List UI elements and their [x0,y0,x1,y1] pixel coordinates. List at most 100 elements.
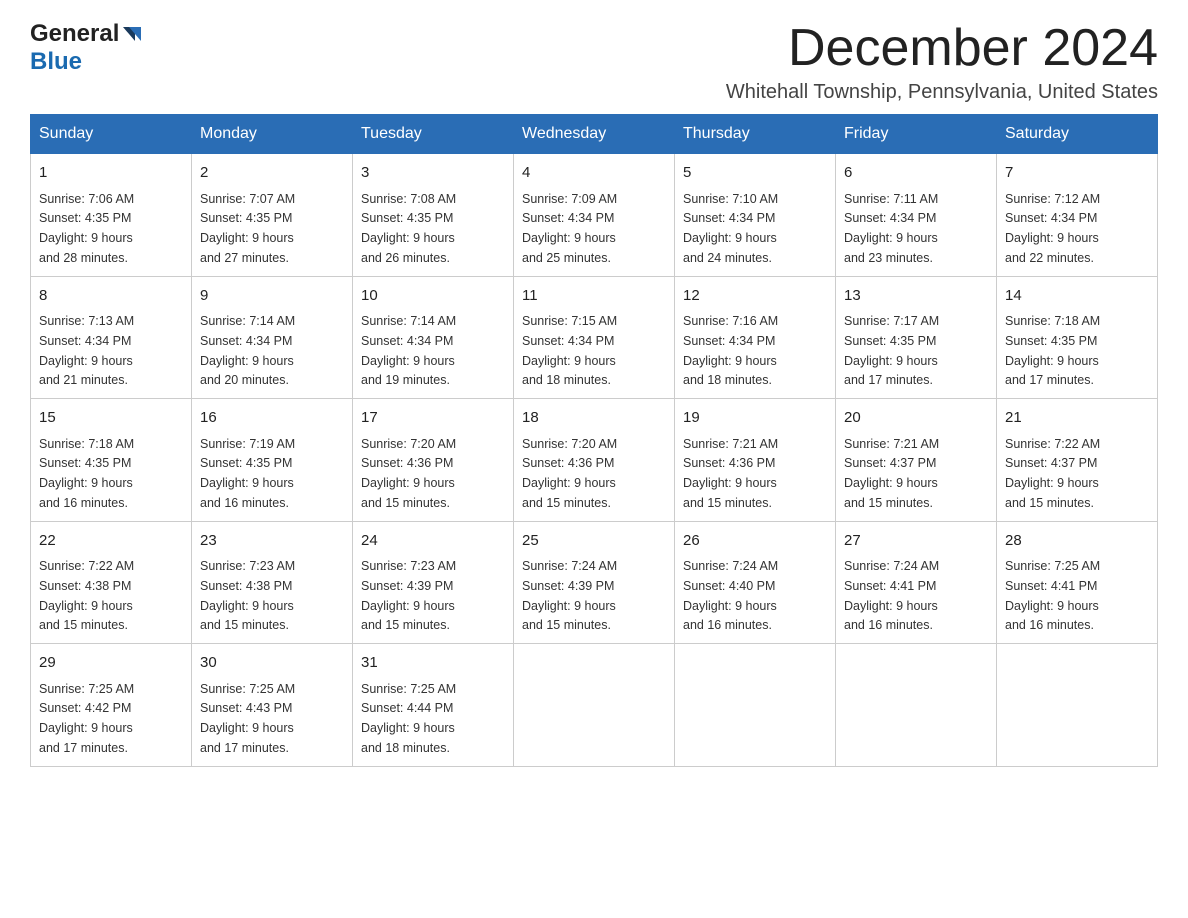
day-info: Sunrise: 7:19 AMSunset: 4:35 PMDaylight:… [200,437,295,510]
day-info: Sunrise: 7:24 AMSunset: 4:41 PMDaylight:… [844,559,939,632]
calendar-cell: 25 Sunrise: 7:24 AMSunset: 4:39 PMDaylig… [514,521,675,644]
calendar-cell: 26 Sunrise: 7:24 AMSunset: 4:40 PMDaylig… [675,521,836,644]
day-info: Sunrise: 7:25 AMSunset: 4:42 PMDaylight:… [39,682,134,755]
calendar-cell: 30 Sunrise: 7:25 AMSunset: 4:43 PMDaylig… [192,644,353,767]
day-info: Sunrise: 7:12 AMSunset: 4:34 PMDaylight:… [1005,192,1100,265]
calendar-cell: 3 Sunrise: 7:08 AMSunset: 4:35 PMDayligh… [353,154,514,277]
calendar-cell: 12 Sunrise: 7:16 AMSunset: 4:34 PMDaylig… [675,276,836,399]
day-number: 11 [522,285,666,308]
day-number: 31 [361,652,505,675]
calendar-cell: 4 Sunrise: 7:09 AMSunset: 4:34 PMDayligh… [514,154,675,277]
day-info: Sunrise: 7:20 AMSunset: 4:36 PMDaylight:… [522,437,617,510]
day-info: Sunrise: 7:23 AMSunset: 4:39 PMDaylight:… [361,559,456,632]
logo: General Blue [30,20,143,76]
day-info: Sunrise: 7:13 AMSunset: 4:34 PMDaylight:… [39,314,134,387]
day-number: 19 [683,407,827,430]
day-number: 21 [1005,407,1149,430]
day-number: 3 [361,162,505,185]
calendar-cell: 28 Sunrise: 7:25 AMSunset: 4:41 PMDaylig… [997,521,1158,644]
day-number: 12 [683,285,827,308]
week-row-3: 15 Sunrise: 7:18 AMSunset: 4:35 PMDaylig… [31,399,1158,522]
day-info: Sunrise: 7:20 AMSunset: 4:36 PMDaylight:… [361,437,456,510]
calendar-cell: 8 Sunrise: 7:13 AMSunset: 4:34 PMDayligh… [31,276,192,399]
day-number: 13 [844,285,988,308]
calendar-cell: 23 Sunrise: 7:23 AMSunset: 4:38 PMDaylig… [192,521,353,644]
day-number: 29 [39,652,183,675]
day-number: 24 [361,530,505,553]
day-info: Sunrise: 7:24 AMSunset: 4:40 PMDaylight:… [683,559,778,632]
week-row-5: 29 Sunrise: 7:25 AMSunset: 4:42 PMDaylig… [31,644,1158,767]
calendar-cell: 11 Sunrise: 7:15 AMSunset: 4:34 PMDaylig… [514,276,675,399]
day-info: Sunrise: 7:22 AMSunset: 4:38 PMDaylight:… [39,559,134,632]
day-number: 8 [39,285,183,308]
calendar-cell: 2 Sunrise: 7:07 AMSunset: 4:35 PMDayligh… [192,154,353,277]
calendar-cell: 7 Sunrise: 7:12 AMSunset: 4:34 PMDayligh… [997,154,1158,277]
calendar-cell [836,644,997,767]
day-number: 10 [361,285,505,308]
header-friday: Friday [836,115,997,154]
day-number: 9 [200,285,344,308]
calendar-cell: 6 Sunrise: 7:11 AMSunset: 4:34 PMDayligh… [836,154,997,277]
month-title: December 2024 [726,20,1158,77]
header-tuesday: Tuesday [353,115,514,154]
calendar-cell: 29 Sunrise: 7:25 AMSunset: 4:42 PMDaylig… [31,644,192,767]
day-number: 6 [844,162,988,185]
calendar-cell [997,644,1158,767]
week-row-1: 1 Sunrise: 7:06 AMSunset: 4:35 PMDayligh… [31,154,1158,277]
day-number: 5 [683,162,827,185]
day-number: 30 [200,652,344,675]
header-sunday: Sunday [31,115,192,154]
calendar-cell: 14 Sunrise: 7:18 AMSunset: 4:35 PMDaylig… [997,276,1158,399]
week-row-2: 8 Sunrise: 7:13 AMSunset: 4:34 PMDayligh… [31,276,1158,399]
day-info: Sunrise: 7:11 AMSunset: 4:34 PMDaylight:… [844,192,938,265]
calendar-cell: 21 Sunrise: 7:22 AMSunset: 4:37 PMDaylig… [997,399,1158,522]
day-info: Sunrise: 7:25 AMSunset: 4:44 PMDaylight:… [361,682,456,755]
day-info: Sunrise: 7:09 AMSunset: 4:34 PMDaylight:… [522,192,617,265]
calendar-table: SundayMondayTuesdayWednesdayThursdayFrid… [30,114,1158,767]
calendar-cell [675,644,836,767]
day-number: 14 [1005,285,1149,308]
day-info: Sunrise: 7:21 AMSunset: 4:36 PMDaylight:… [683,437,778,510]
day-info: Sunrise: 7:21 AMSunset: 4:37 PMDaylight:… [844,437,939,510]
day-info: Sunrise: 7:17 AMSunset: 4:35 PMDaylight:… [844,314,939,387]
day-info: Sunrise: 7:08 AMSunset: 4:35 PMDaylight:… [361,192,456,265]
day-number: 17 [361,407,505,430]
logo-general-text: General [30,20,119,48]
day-info: Sunrise: 7:22 AMSunset: 4:37 PMDaylight:… [1005,437,1100,510]
header-saturday: Saturday [997,115,1158,154]
day-info: Sunrise: 7:25 AMSunset: 4:43 PMDaylight:… [200,682,295,755]
calendar-cell: 22 Sunrise: 7:22 AMSunset: 4:38 PMDaylig… [31,521,192,644]
day-info: Sunrise: 7:24 AMSunset: 4:39 PMDaylight:… [522,559,617,632]
day-number: 18 [522,407,666,430]
calendar-cell: 15 Sunrise: 7:18 AMSunset: 4:35 PMDaylig… [31,399,192,522]
calendar-cell: 20 Sunrise: 7:21 AMSunset: 4:37 PMDaylig… [836,399,997,522]
day-info: Sunrise: 7:18 AMSunset: 4:35 PMDaylight:… [1005,314,1100,387]
day-number: 1 [39,162,183,185]
calendar-cell: 13 Sunrise: 7:17 AMSunset: 4:35 PMDaylig… [836,276,997,399]
day-info: Sunrise: 7:15 AMSunset: 4:34 PMDaylight:… [522,314,617,387]
day-number: 20 [844,407,988,430]
day-number: 15 [39,407,183,430]
day-number: 23 [200,530,344,553]
day-number: 25 [522,530,666,553]
day-info: Sunrise: 7:23 AMSunset: 4:38 PMDaylight:… [200,559,295,632]
day-info: Sunrise: 7:06 AMSunset: 4:35 PMDaylight:… [39,192,134,265]
calendar-cell: 19 Sunrise: 7:21 AMSunset: 4:36 PMDaylig… [675,399,836,522]
day-number: 22 [39,530,183,553]
logo-blue-text: Blue [30,48,82,76]
calendar-cell: 24 Sunrise: 7:23 AMSunset: 4:39 PMDaylig… [353,521,514,644]
location-title: Whitehall Township, Pennsylvania, United… [726,81,1158,104]
day-number: 4 [522,162,666,185]
week-row-4: 22 Sunrise: 7:22 AMSunset: 4:38 PMDaylig… [31,521,1158,644]
calendar-cell: 5 Sunrise: 7:10 AMSunset: 4:34 PMDayligh… [675,154,836,277]
calendar-cell: 1 Sunrise: 7:06 AMSunset: 4:35 PMDayligh… [31,154,192,277]
header-monday: Monday [192,115,353,154]
day-info: Sunrise: 7:14 AMSunset: 4:34 PMDaylight:… [361,314,456,387]
calendar-cell: 27 Sunrise: 7:24 AMSunset: 4:41 PMDaylig… [836,521,997,644]
calendar-cell: 9 Sunrise: 7:14 AMSunset: 4:34 PMDayligh… [192,276,353,399]
calendar-header-row: SundayMondayTuesdayWednesdayThursdayFrid… [31,115,1158,154]
day-number: 26 [683,530,827,553]
calendar-cell: 10 Sunrise: 7:14 AMSunset: 4:34 PMDaylig… [353,276,514,399]
day-info: Sunrise: 7:16 AMSunset: 4:34 PMDaylight:… [683,314,778,387]
day-number: 16 [200,407,344,430]
